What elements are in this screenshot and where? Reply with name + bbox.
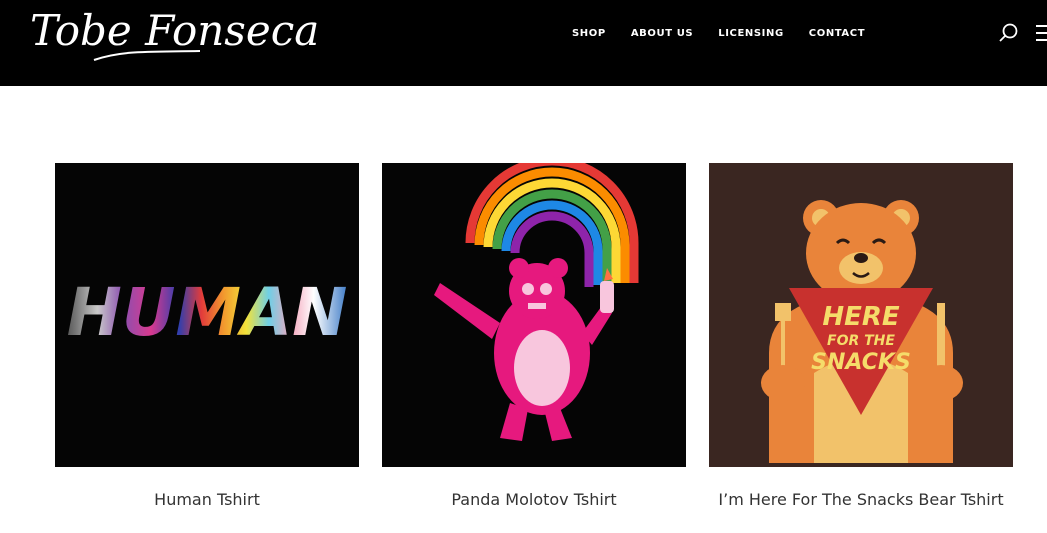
product-card-human[interactable]: HUMAN [55,163,359,467]
svg-text:SNACKS: SNACKS [811,350,911,375]
product-title[interactable]: I’m Here For The Snacks Bear Tshirt [701,488,1021,511]
nav-item-contact[interactable]: CONTACT [809,28,865,39]
main-nav: SHOP ABOUT US LICENSING CONTACT [572,28,890,39]
nav-item-shop[interactable]: SHOP [572,28,606,39]
product-title[interactable]: Human Tshirt [47,488,367,511]
site-header: Tobe Fonseca SHOP ABOUT US LICENSING CON… [0,0,1047,86]
logo-swash-icon [93,50,201,61]
product-card-panda-molotov[interactable] [382,163,686,467]
product-card-snacks-bear[interactable]: HERE FOR THE SNACKS [709,163,1013,467]
product-title[interactable]: Panda Molotov Tshirt [374,488,694,511]
human-art-text: HUMAN [67,274,348,351]
hamburger-menu-icon[interactable] [1036,22,1047,44]
product-image-human: HUMAN [55,163,359,467]
svg-text:HERE: HERE [822,302,900,332]
search-icon[interactable] [998,22,1020,44]
nav-item-about-us[interactable]: ABOUT US [631,28,693,39]
nav-item-licensing[interactable]: LICENSING [718,28,784,39]
product-image-panda-molotov [382,163,686,467]
product-image-snacks-bear: HERE FOR THE SNACKS [709,163,1013,467]
svg-text:FOR THE: FOR THE [827,333,895,349]
